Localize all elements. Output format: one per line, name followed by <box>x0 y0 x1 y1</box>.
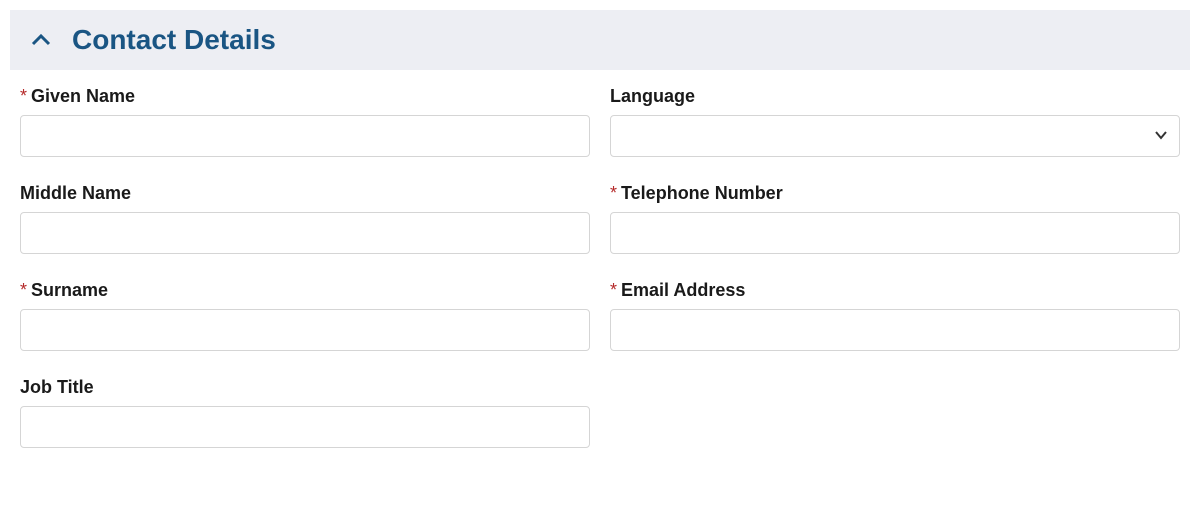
section-header[interactable]: Contact Details <box>10 10 1190 70</box>
required-mark: * <box>610 183 617 203</box>
required-mark: * <box>20 86 27 106</box>
telephone-label-text: Telephone Number <box>621 183 783 203</box>
surname-field: *Surname <box>20 280 590 351</box>
required-mark: * <box>610 280 617 300</box>
middle-name-field: Middle Name <box>20 183 590 254</box>
language-label-text: Language <box>610 86 695 106</box>
language-select-wrapper <box>610 115 1180 157</box>
middle-name-input[interactable] <box>20 212 590 254</box>
middle-name-label: Middle Name <box>20 183 590 204</box>
job-title-label-text: Job Title <box>20 377 94 397</box>
chevron-up-icon <box>30 29 52 51</box>
contact-details-form: *Given Name Language Middle Name *Teleph… <box>10 70 1190 448</box>
surname-label: *Surname <box>20 280 590 301</box>
telephone-label: *Telephone Number <box>610 183 1180 204</box>
language-field: Language <box>610 86 1180 157</box>
job-title-input[interactable] <box>20 406 590 448</box>
surname-input[interactable] <box>20 309 590 351</box>
given-name-input[interactable] <box>20 115 590 157</box>
email-label-text: Email Address <box>621 280 745 300</box>
telephone-field: *Telephone Number <box>610 183 1180 254</box>
job-title-label: Job Title <box>20 377 590 398</box>
email-input[interactable] <box>610 309 1180 351</box>
job-title-field: Job Title <box>20 377 590 448</box>
telephone-input[interactable] <box>610 212 1180 254</box>
given-name-label: *Given Name <box>20 86 590 107</box>
language-select[interactable] <box>610 115 1180 157</box>
language-label: Language <box>610 86 1180 107</box>
section-title: Contact Details <box>72 24 276 56</box>
given-name-label-text: Given Name <box>31 86 135 106</box>
email-field: *Email Address <box>610 280 1180 351</box>
email-label: *Email Address <box>610 280 1180 301</box>
given-name-field: *Given Name <box>20 86 590 157</box>
middle-name-label-text: Middle Name <box>20 183 131 203</box>
required-mark: * <box>20 280 27 300</box>
surname-label-text: Surname <box>31 280 108 300</box>
